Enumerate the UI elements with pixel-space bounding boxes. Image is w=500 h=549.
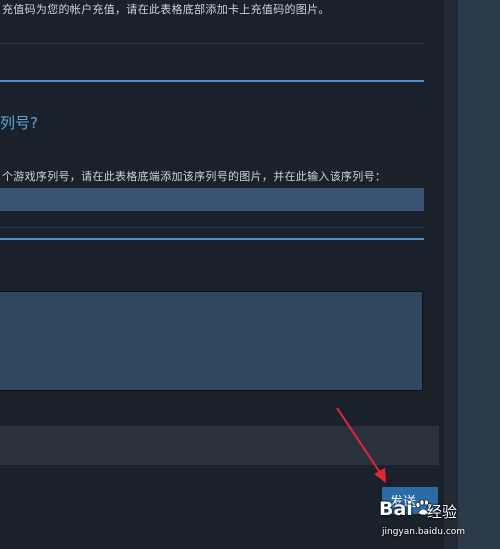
serial-number-input[interactable] [0,188,424,211]
top-instruction-text: 充值码为您的帐户充值，请在此表格底部添加卡上充值码的图片。 [2,3,330,16]
right-column-edge [444,0,458,549]
attachment-area[interactable] [0,426,439,465]
send-button[interactable]: 发送 [382,487,438,514]
support-form-panel: 充值码为您的帐户充值，请在此表格底部添加卡上充值码的图片。 列号? 个游戏序列号… [0,0,444,549]
serial-instruction-text: 个游戏序列号，请在此表格底端添加该序列号的图片，并在此输入该序列号： [2,170,387,183]
section-divider [0,238,424,240]
divider [0,227,424,228]
section-divider [0,80,424,82]
message-textarea[interactable] [0,291,423,391]
section-title: 列号? [0,114,38,132]
page-background-right [458,0,500,549]
divider [0,43,424,44]
